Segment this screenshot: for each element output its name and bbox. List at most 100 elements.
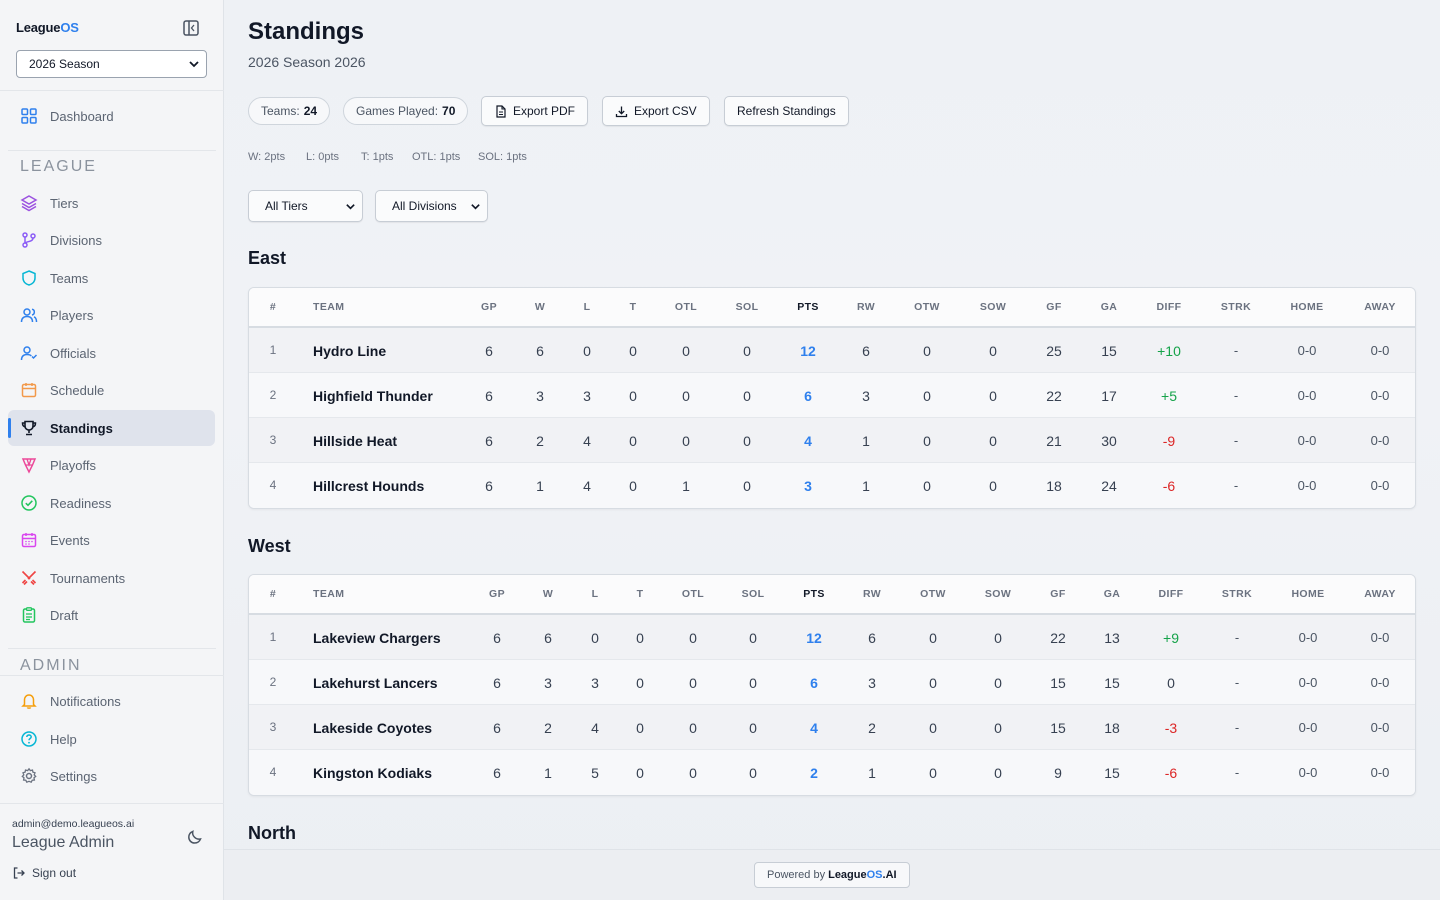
cell-gp: 6	[493, 720, 501, 736]
cell-diff: -9	[1162, 433, 1176, 449]
cell-team[interactable]: Hillcrest Hounds	[313, 478, 424, 494]
chevron-down-icon	[346, 204, 355, 210]
table-row[interactable]: 3 Hillside Heat 6 2 4 0 0 0 4 1 0 0 21 30 -9 - 0-0 0-0	[249, 418, 1415, 463]
column-header-away[interactable]: AWAY	[1364, 301, 1396, 313]
column-header-away[interactable]: AWAY	[1364, 588, 1396, 600]
nav-settings[interactable]: Settings	[8, 758, 215, 794]
column-header-ga[interactable]: GA	[1101, 301, 1118, 313]
cell-rw: 1	[862, 478, 870, 494]
table-row[interactable]: 2 Highfield Thunder 6 3 3 0 0 0 6 3 0 0 22 17 +5 - 0-0 0-…	[249, 373, 1415, 418]
cell-home: 0-0	[1297, 343, 1317, 358]
column-header-otw[interactable]: OTW	[920, 588, 946, 600]
sidebar-collapse-icon[interactable]	[182, 19, 200, 37]
column-header-gf[interactable]: GF	[1046, 301, 1061, 313]
column-header-rank[interactable]: #	[270, 588, 276, 600]
division-filter-select[interactable]: All Divisions	[375, 190, 488, 222]
column-header-gp[interactable]: GP	[489, 588, 505, 600]
nav-help[interactable]: Help	[8, 721, 215, 757]
export-pdf-button[interactable]: Export PDF	[481, 96, 589, 126]
nav-label: Notifications	[50, 694, 121, 709]
column-header-sow[interactable]: SOW	[985, 588, 1011, 600]
nav-standings[interactable]: Standings	[8, 410, 215, 446]
cell-team[interactable]: Lakeview Chargers	[313, 630, 441, 646]
column-header-otl[interactable]: OTL	[675, 301, 697, 313]
sign-out-button[interactable]: Sign out	[12, 866, 76, 880]
points-rule: L: 0pts	[306, 151, 340, 163]
column-header-pts[interactable]: PTS	[803, 588, 825, 600]
column-header-home[interactable]: HOME	[1290, 301, 1323, 313]
column-header-team[interactable]: TEAM	[313, 301, 344, 313]
nav-notifications[interactable]: Notifications	[8, 683, 215, 719]
nav-label: Teams	[50, 271, 89, 286]
nav-tournaments[interactable]: Tournaments	[8, 560, 215, 596]
column-header-team[interactable]: TEAM	[313, 588, 344, 600]
column-header-pts[interactable]: PTS	[797, 301, 819, 313]
brand-logo[interactable]: LeagueOS	[16, 20, 79, 35]
nav-dashboard[interactable]: Dashboard	[8, 98, 215, 134]
nav-label: Standings	[50, 421, 113, 436]
column-header-w[interactable]: W	[535, 301, 545, 313]
column-header-gf[interactable]: GF	[1050, 588, 1065, 600]
nav-players[interactable]: Players	[8, 297, 215, 333]
column-header-l[interactable]: L	[584, 301, 591, 313]
nav-schedule[interactable]: Schedule	[8, 372, 215, 408]
column-header-otl[interactable]: OTL	[682, 588, 704, 600]
table-row[interactable]: 4 Hillcrest Hounds 6 1 4 0 1 0 3 1 0 0 18 24 -6 - 0-0 0-0	[249, 463, 1415, 508]
nav-teams[interactable]: Teams	[8, 260, 215, 296]
column-header-home[interactable]: HOME	[1291, 588, 1324, 600]
cell-sol: 0	[743, 343, 751, 359]
table-row[interactable]: 1 Lakeview Chargers 6 6 0 0 0 0 12 6 0 0 22 13 +9 - 0-0 0…	[249, 615, 1415, 660]
cell-team[interactable]: Hillside Heat	[313, 433, 397, 449]
powered-by-badge[interactable]: Powered by League OS .AI	[754, 862, 910, 888]
cell-team[interactable]: Hydro Line	[313, 343, 386, 359]
cell-t: 0	[629, 388, 637, 404]
column-header-strk[interactable]: STRK	[1222, 588, 1252, 600]
cell-team[interactable]: Highfield Thunder	[313, 388, 433, 404]
column-header-rw[interactable]: RW	[863, 588, 881, 600]
cell-sow: 0	[989, 433, 997, 449]
nav-readiness[interactable]: Readiness	[8, 485, 215, 521]
column-header-w[interactable]: W	[543, 588, 553, 600]
cell-home: 0-0	[1298, 675, 1318, 690]
column-header-ga[interactable]: GA	[1104, 588, 1121, 600]
column-header-sol[interactable]: SOL	[742, 588, 765, 600]
column-header-diff[interactable]: DIFF	[1157, 301, 1182, 313]
cell-rw: 2	[868, 720, 876, 736]
column-header-rw[interactable]: RW	[857, 301, 875, 313]
column-header-sol[interactable]: SOL	[736, 301, 759, 313]
column-header-diff[interactable]: DIFF	[1159, 588, 1184, 600]
nav-draft[interactable]: Draft	[8, 597, 215, 633]
shield-icon	[22, 270, 36, 286]
column-header-rank[interactable]: #	[270, 301, 276, 313]
cell-team[interactable]: Lakeside Coyotes	[313, 720, 432, 736]
nav-divisions[interactable]: Divisions	[8, 222, 215, 258]
column-header-t[interactable]: T	[630, 301, 637, 313]
season-select[interactable]: 2026 Season	[16, 50, 207, 78]
nav-tiers[interactable]: Tiers	[8, 185, 215, 221]
column-header-gp[interactable]: GP	[481, 301, 497, 313]
column-header-sow[interactable]: SOW	[980, 301, 1006, 313]
tier-filter-select[interactable]: All Tiers	[248, 190, 363, 222]
column-header-otw[interactable]: OTW	[914, 301, 940, 313]
cell-t: 0	[629, 433, 637, 449]
cell-strk: -	[1234, 720, 1240, 735]
cell-l: 4	[591, 720, 599, 736]
table-row[interactable]: 1 Hydro Line 6 6 0 0 0 0 12 6 0 0 25 15 +10 - 0-0 0-0	[249, 328, 1415, 373]
refresh-standings-button[interactable]: Refresh Standings	[724, 96, 849, 126]
nav-events[interactable]: Events	[8, 522, 215, 558]
column-header-strk[interactable]: STRK	[1221, 301, 1251, 313]
cell-team[interactable]: Lakehurst Lancers	[313, 675, 438, 691]
cell-team[interactable]: Kingston Kodiaks	[313, 765, 432, 781]
table-row[interactable]: 2 Lakehurst Lancers 6 3 3 0 0 0 6 3 0 0 15 15 0-0-0 0-0	[249, 660, 1415, 705]
cell-otl: 0	[689, 630, 697, 646]
table-body: 1 Hydro Line 6 6 0 0 0 0 12 6 0 0 25 15 +10-0-0 0-0 2 Hig…	[249, 328, 1415, 508]
table-row[interactable]: 3 Lakeside Coyotes 6 2 4 0 0 0 4 2 0 0 15 18 -3 - 0-0 0-0	[249, 705, 1415, 750]
moon-icon[interactable]	[186, 828, 204, 846]
nav-officials[interactable]: Officials	[8, 335, 215, 371]
export-csv-button[interactable]: Export CSV	[602, 96, 710, 126]
nav-playoffs[interactable]: Playoffs	[8, 447, 215, 483]
table-row[interactable]: 4 Kingston Kodiaks 6 1 5 0 0 0 2 1 0 0 9 15 -6-0-0 0-0	[249, 750, 1415, 795]
column-header-l[interactable]: L	[592, 588, 599, 600]
column-header-t[interactable]: T	[637, 588, 644, 600]
cell-sol: 0	[749, 765, 757, 781]
